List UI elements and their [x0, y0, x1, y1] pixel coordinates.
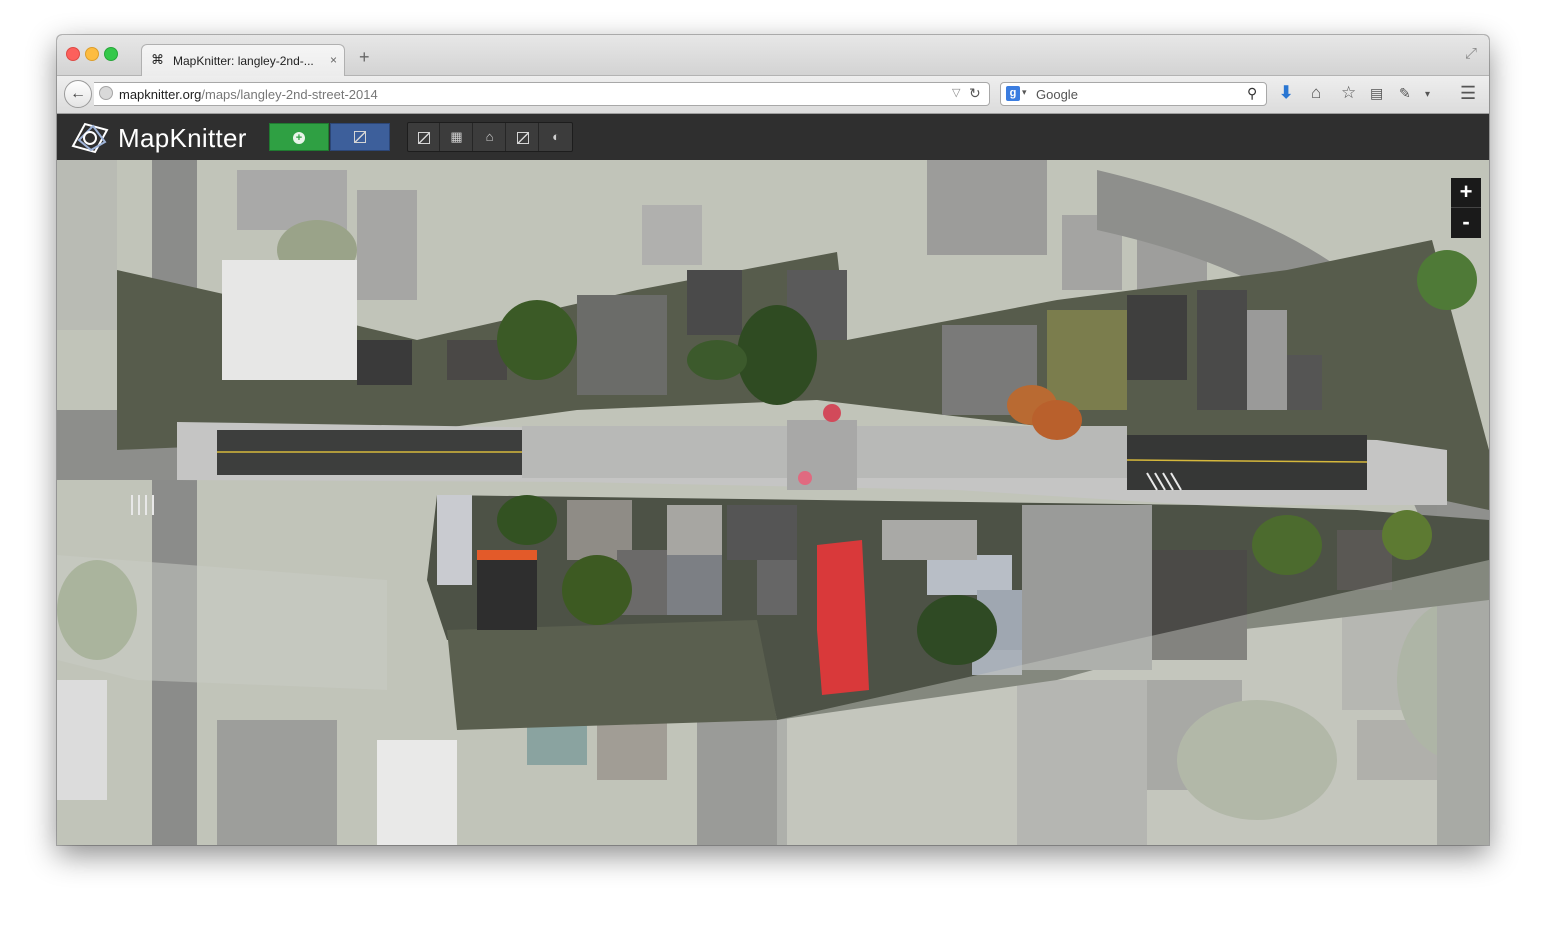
- reader-icon[interactable]: ▤: [1370, 84, 1383, 102]
- minimize-window-button[interactable]: [85, 47, 99, 61]
- image-icon: [354, 130, 366, 143]
- google-engine-icon[interactable]: g: [1006, 86, 1020, 101]
- home-icon[interactable]: ⌂: [1311, 84, 1321, 102]
- browser-window: ⌘ MapKnitter: langley-2nd-... × + ⤢ ← ma…: [57, 35, 1489, 845]
- bookmark-star-icon[interactable]: ☆: [1341, 84, 1356, 102]
- search-icon[interactable]: ⚲: [1247, 85, 1257, 102]
- menu-icon[interactable]: ☰: [1460, 84, 1476, 102]
- tool-stack[interactable]: ▦: [441, 123, 473, 151]
- mapknitter-favicon-icon: ⌘: [151, 52, 164, 67]
- map-tools: ▦ ⌂ ◐: [407, 122, 573, 152]
- add-image-button[interactable]: +: [269, 123, 329, 151]
- extension-dropdown-icon[interactable]: ▾: [1425, 86, 1430, 104]
- home-icon: ⌂: [485, 129, 494, 144]
- image-edit-icon: [516, 131, 529, 144]
- layer-image-icon: [417, 131, 430, 144]
- tab-title: MapKnitter: langley-2nd-...: [173, 54, 314, 68]
- image-list-button[interactable]: [330, 123, 390, 151]
- sphere-icon: ◐: [552, 129, 560, 144]
- tab-bar: ⌘ MapKnitter: langley-2nd-... × + ⤢: [57, 35, 1489, 76]
- url-text[interactable]: mapknitter.org/maps/langley-2nd-street-2…: [119, 87, 378, 102]
- tool-home[interactable]: ⌂: [474, 123, 506, 151]
- zoom-in-button[interactable]: +: [1451, 178, 1481, 208]
- nav-bar: ← mapknitter.org/maps/langley-2nd-street…: [57, 76, 1489, 114]
- url-host: mapknitter.org: [119, 87, 202, 102]
- back-icon: ←: [70, 85, 86, 102]
- fullscreen-icon[interactable]: ⤢: [1465, 45, 1477, 62]
- mapknitter-logo-icon: [71, 122, 109, 154]
- tool-layer-image[interactable]: [408, 123, 440, 151]
- stack-icon: ▦: [450, 129, 463, 144]
- app-logo-text[interactable]: MapKnitter: [118, 123, 247, 154]
- tab-close-icon[interactable]: ×: [330, 53, 337, 67]
- map-canvas[interactable]: + -: [57, 160, 1489, 845]
- tool-image-edit[interactable]: [507, 123, 539, 151]
- search-bar[interactable]: g ▾ Google ⚲: [1000, 82, 1267, 106]
- zoom-control: + -: [1451, 178, 1481, 238]
- browser-tab[interactable]: ⌘ MapKnitter: langley-2nd-... ×: [141, 44, 345, 76]
- aerial-imagery: [57, 160, 1489, 845]
- url-path: /maps/langley-2nd-street-2014: [201, 87, 378, 102]
- new-tab-button[interactable]: +: [359, 48, 370, 66]
- url-history-dropdown-icon[interactable]: ▽: [952, 86, 960, 99]
- zoom-out-button[interactable]: -: [1451, 208, 1481, 238]
- extension-icon[interactable]: ✎: [1399, 84, 1411, 102]
- app-header: MapKnitter + ▦ ⌂ ◐: [57, 114, 1489, 160]
- back-button[interactable]: ←: [64, 80, 92, 108]
- tool-sphere[interactable]: ◐: [540, 123, 572, 151]
- download-icon[interactable]: ⬇: [1279, 84, 1293, 102]
- search-input[interactable]: Google: [1036, 87, 1078, 102]
- close-window-button[interactable]: [66, 47, 80, 61]
- reload-icon[interactable]: ↻: [969, 85, 981, 102]
- engine-dropdown-icon[interactable]: ▾: [1022, 87, 1027, 98]
- address-bar[interactable]: mapknitter.org/maps/langley-2nd-street-2…: [94, 82, 990, 106]
- zoom-window-button[interactable]: [104, 47, 118, 61]
- site-identity-icon[interactable]: [99, 86, 113, 100]
- add-icon: +: [293, 132, 305, 144]
